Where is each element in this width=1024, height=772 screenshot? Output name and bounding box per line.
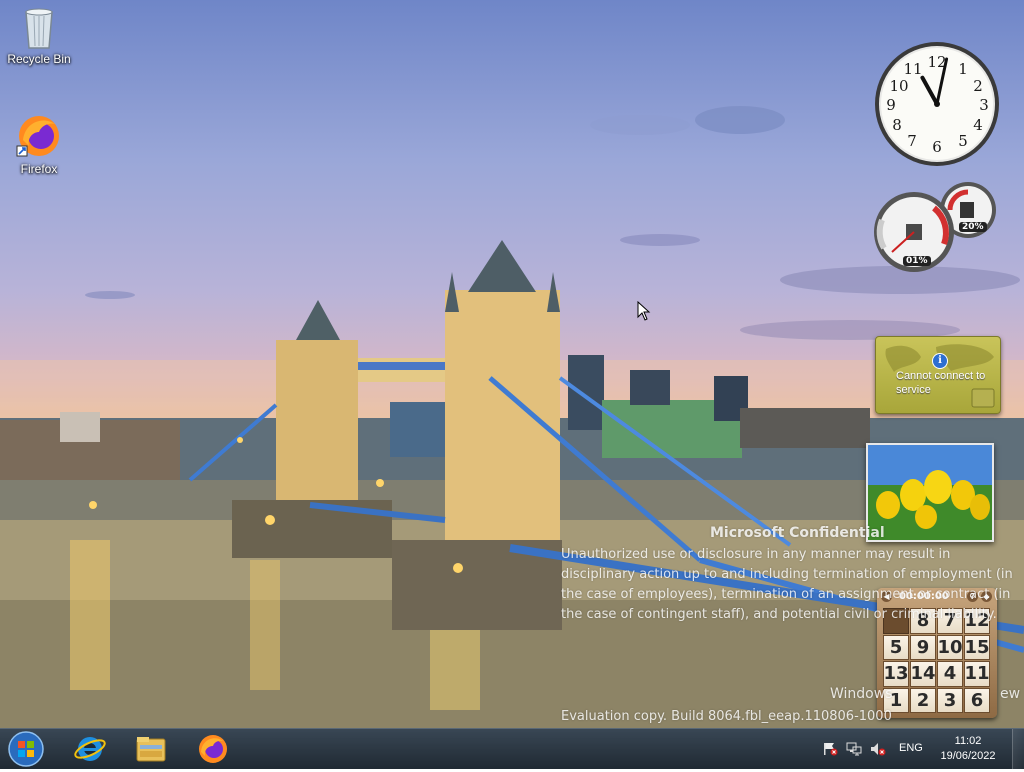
recycle-bin-icon <box>22 6 56 50</box>
puzzle-tile[interactable]: 10 <box>937 634 963 660</box>
input-language-indicator[interactable]: ENG <box>899 742 923 754</box>
puzzle-tile[interactable]: 15 <box>964 634 990 660</box>
watermark-body: Unauthorized use or disclosure in any ma… <box>561 547 1013 622</box>
puzzle-tile[interactable]: 2 <box>910 687 936 713</box>
taskbar-firefox-button[interactable] <box>185 731 241 767</box>
watermark-title: Microsoft Confidential <box>710 525 885 541</box>
mouse-pointer-icon <box>637 301 651 321</box>
svg-text:9: 9 <box>886 96 896 114</box>
watermark-evaluation-build: Evaluation copy. Build 8064.fbl_eeap.110… <box>561 709 892 724</box>
analog-clock-face: 12 12 345 678 91011 <box>875 42 999 166</box>
svg-text:7: 7 <box>907 132 917 150</box>
tulips-photo <box>868 445 992 540</box>
info-icon: i <box>932 353 948 369</box>
action-center-flag-icon[interactable] <box>822 742 838 756</box>
recycle-bin-label: Recycle Bin <box>7 52 71 66</box>
show-desktop-button[interactable] <box>1012 729 1024 769</box>
network-icon[interactable] <box>846 742 862 756</box>
svg-text:8: 8 <box>892 116 902 134</box>
start-button[interactable] <box>6 730 46 768</box>
firefox-icon <box>199 735 227 763</box>
puzzle-tile[interactable]: 5 <box>883 634 909 660</box>
puzzle-tile[interactable]: 9 <box>910 634 936 660</box>
taskbar-time: 11:02 <box>954 735 982 747</box>
cpu-meter-gadget[interactable]: 01% 20% <box>872 180 1002 276</box>
internet-explorer-icon <box>74 737 106 761</box>
svg-text:4: 4 <box>973 116 983 134</box>
taskbar: ENG 11:02 19/06/2022 <box>0 728 1024 769</box>
svg-text:1: 1 <box>958 60 968 78</box>
watermark-preview-suffix: ew <box>1000 686 1021 702</box>
taskbar-internet-explorer-button[interactable] <box>62 731 118 767</box>
watermark-windows: Windows <box>830 686 893 702</box>
recycle-bin-shortcut[interactable]: Recycle Bin <box>1 6 77 66</box>
puzzle-tile[interactable]: 4 <box>937 661 963 687</box>
clock-gadget[interactable]: 12 1 2 345 678 9 10 11 <box>872 40 1002 168</box>
puzzle-tile[interactable]: 13 <box>883 661 909 687</box>
taskbar-windows-explorer-button[interactable] <box>123 731 179 767</box>
volume-muted-icon[interactable] <box>870 742 886 756</box>
cpu-usage-value: 01% <box>903 256 931 266</box>
svg-text:11: 11 <box>903 60 922 78</box>
svg-text:10: 10 <box>889 77 908 95</box>
svg-text:2: 2 <box>973 77 983 95</box>
weather-error-message: Cannot connect to service <box>896 370 986 396</box>
windows-explorer-icon <box>136 737 166 762</box>
puzzle-tile[interactable]: 14 <box>910 661 936 687</box>
puzzle-tile[interactable]: 11 <box>964 661 990 687</box>
puzzle-tile[interactable]: 3 <box>937 687 963 713</box>
firefox-label: Firefox <box>20 162 58 176</box>
firefox-icon <box>15 112 63 160</box>
weather-gadget[interactable]: i Cannot connect to service <box>875 336 1001 414</box>
memory-usage-value: 20% <box>959 222 987 232</box>
svg-text:5: 5 <box>958 132 968 150</box>
slideshow-gadget[interactable] <box>866 443 994 542</box>
taskbar-clock[interactable]: 11:02 19/06/2022 <box>936 734 1000 764</box>
windows-logo-icon <box>8 731 44 767</box>
taskbar-date: 19/06/2022 <box>940 750 996 762</box>
svg-text:6: 6 <box>932 138 942 156</box>
puzzle-tile[interactable]: 6 <box>964 687 990 713</box>
firefox-shortcut[interactable]: Firefox <box>1 112 77 176</box>
svg-text:3: 3 <box>979 96 989 114</box>
